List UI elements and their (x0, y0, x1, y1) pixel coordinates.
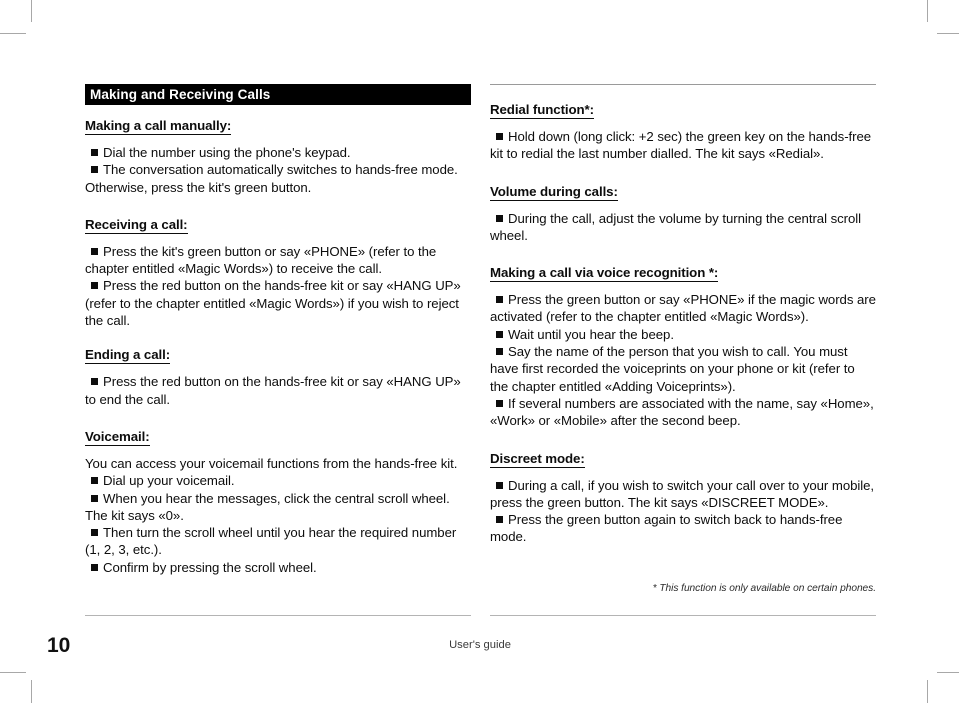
section-heading-voice-recognition: Making a call via voice recognition *: (490, 264, 876, 283)
list-item-text: Then turn the scroll wheel until you hea… (85, 525, 457, 558)
list-item: Press the red button on the hands-free k… (85, 277, 471, 329)
list-item-text: During the call, adjust the volume by tu… (490, 210, 862, 243)
list-item-text: If several numbers are associated with t… (490, 395, 874, 429)
footer-label: User's guide (449, 639, 511, 651)
document-page: Making and Receiving Calls Making a call… (0, 0, 959, 703)
bullet-square-icon (91, 166, 98, 174)
list-item: When you hear the messages, click the ce… (85, 490, 471, 525)
list-item-text: During a call, if you wish to switch you… (490, 477, 875, 510)
crop-mark-top-right-horizontal (937, 33, 959, 34)
bullet-square-icon (91, 563, 98, 571)
list-item-text: The conversation automatically switches … (85, 162, 458, 195)
footer-rule-left (85, 615, 471, 616)
section-heading-voicemail: Voicemail: (85, 428, 471, 446)
column-top-rule (490, 84, 876, 85)
bullet-square-icon (91, 378, 98, 386)
list-item-text: Say the name of the person that you wish… (490, 344, 855, 394)
list-item-text: Press the kit's green button or say «PHO… (85, 243, 437, 277)
list-item: Then turn the scroll wheel until you hea… (85, 524, 471, 559)
list-item-text: Press the green button or say «PHONE» if… (490, 292, 876, 325)
bullet-square-icon (496, 399, 503, 407)
bullet-square-icon (496, 481, 503, 489)
bullet-square-icon (91, 477, 98, 485)
bullet-square-icon (496, 133, 503, 140)
section-heading-discreet-mode: Discreet mode: (490, 450, 876, 468)
list-item: Wait until you hear the beep. (490, 326, 876, 343)
list-item: Dial up your voicemail. (85, 472, 471, 489)
heading-text: Making a call manually: (85, 118, 232, 135)
bullet-square-icon (496, 516, 503, 524)
section-heading-volume-during-calls: Volume during calls: (490, 183, 876, 201)
list-item: The conversation automatically switches … (85, 161, 471, 196)
list-item-text: Hold down (long click: +2 sec) the green… (490, 129, 872, 162)
bullet-square-icon (91, 529, 98, 537)
bullet-square-icon (496, 348, 503, 356)
heading-text: Discreet mode: (490, 450, 585, 468)
list-item: Press the red button on the hands-free k… (85, 373, 471, 408)
list-item: Press the green button or say «PHONE» if… (490, 291, 876, 326)
bullet-square-icon (496, 214, 503, 222)
section-heading-ending-a-call: Ending a call: (85, 346, 471, 365)
heading-text: Voicemail: (85, 428, 150, 446)
section-heading-making-a-call-manually: Making a call manually: (85, 117, 471, 135)
list-item: Confirm by pressing the scroll wheel. (85, 559, 471, 576)
crop-mark-bottom-right-vertical (927, 680, 928, 703)
page-number: 10 (47, 634, 71, 657)
list-item-text: Press the red button on the hands-free k… (85, 278, 461, 329)
bullet-square-icon (91, 494, 98, 502)
footer-rule-right (490, 615, 876, 616)
list-item: During a call, if you wish to switch you… (490, 477, 876, 512)
crop-mark-bottom-right-horizontal (937, 672, 959, 673)
bullet-square-icon (91, 282, 98, 290)
bullet-square-icon (496, 330, 503, 338)
heading-text: Ending a call: (85, 347, 171, 365)
right-column: Redial function*: Hold down (long click:… (490, 84, 876, 546)
list-item-text: Wait until you hear the beep. (508, 326, 674, 342)
list-item-text: When you hear the messages, click the ce… (85, 490, 450, 523)
heading-text: Volume during calls: (490, 183, 618, 201)
heading-text: Receiving a call: (85, 216, 188, 234)
crop-mark-bottom-left-vertical (31, 680, 32, 703)
heading-text: Making a call via voice recognition *: (490, 265, 719, 283)
left-column: Making and Receiving Calls Making a call… (85, 84, 471, 576)
heading-text: Redial function*: (490, 102, 594, 119)
crop-mark-top-left-horizontal (0, 33, 26, 34)
list-item: Say the name of the person that you wish… (490, 343, 876, 395)
section-heading-redial-function: Redial function*: (490, 101, 876, 119)
list-item-text: Press the red button on the hands-free k… (85, 374, 461, 407)
bullet-square-icon (91, 247, 98, 255)
list-item: Press the green button again to switch b… (490, 511, 876, 546)
list-item: During the call, adjust the volume by tu… (490, 210, 876, 245)
list-item: Hold down (long click: +2 sec) the green… (490, 128, 876, 163)
list-item-text: Dial up your voicemail. (103, 473, 235, 489)
list-item-text: Dial the number using the phone's keypad… (103, 145, 351, 160)
list-item: If several numbers are associated with t… (490, 395, 876, 430)
crop-mark-bottom-left-horizontal (0, 672, 26, 673)
footnote: * This function is only available on cer… (652, 583, 876, 594)
list-item-text: Confirm by pressing the scroll wheel. (103, 559, 317, 575)
paragraph-voicemail-intro: You can access your voicemail functions … (85, 455, 458, 471)
crop-mark-top-right-vertical (927, 0, 928, 22)
list-item: Press the kit's green button or say «PHO… (85, 243, 471, 278)
bullet-square-icon (91, 149, 98, 156)
bullet-square-icon (496, 296, 503, 304)
chapter-banner: Making and Receiving Calls (85, 84, 471, 105)
list-item-text: Press the green button again to switch b… (490, 512, 843, 545)
section-heading-receiving-a-call: Receiving a call: (85, 216, 471, 234)
list-item: Dial the number using the phone's keypad… (85, 144, 471, 161)
crop-mark-top-left-vertical (31, 0, 32, 22)
